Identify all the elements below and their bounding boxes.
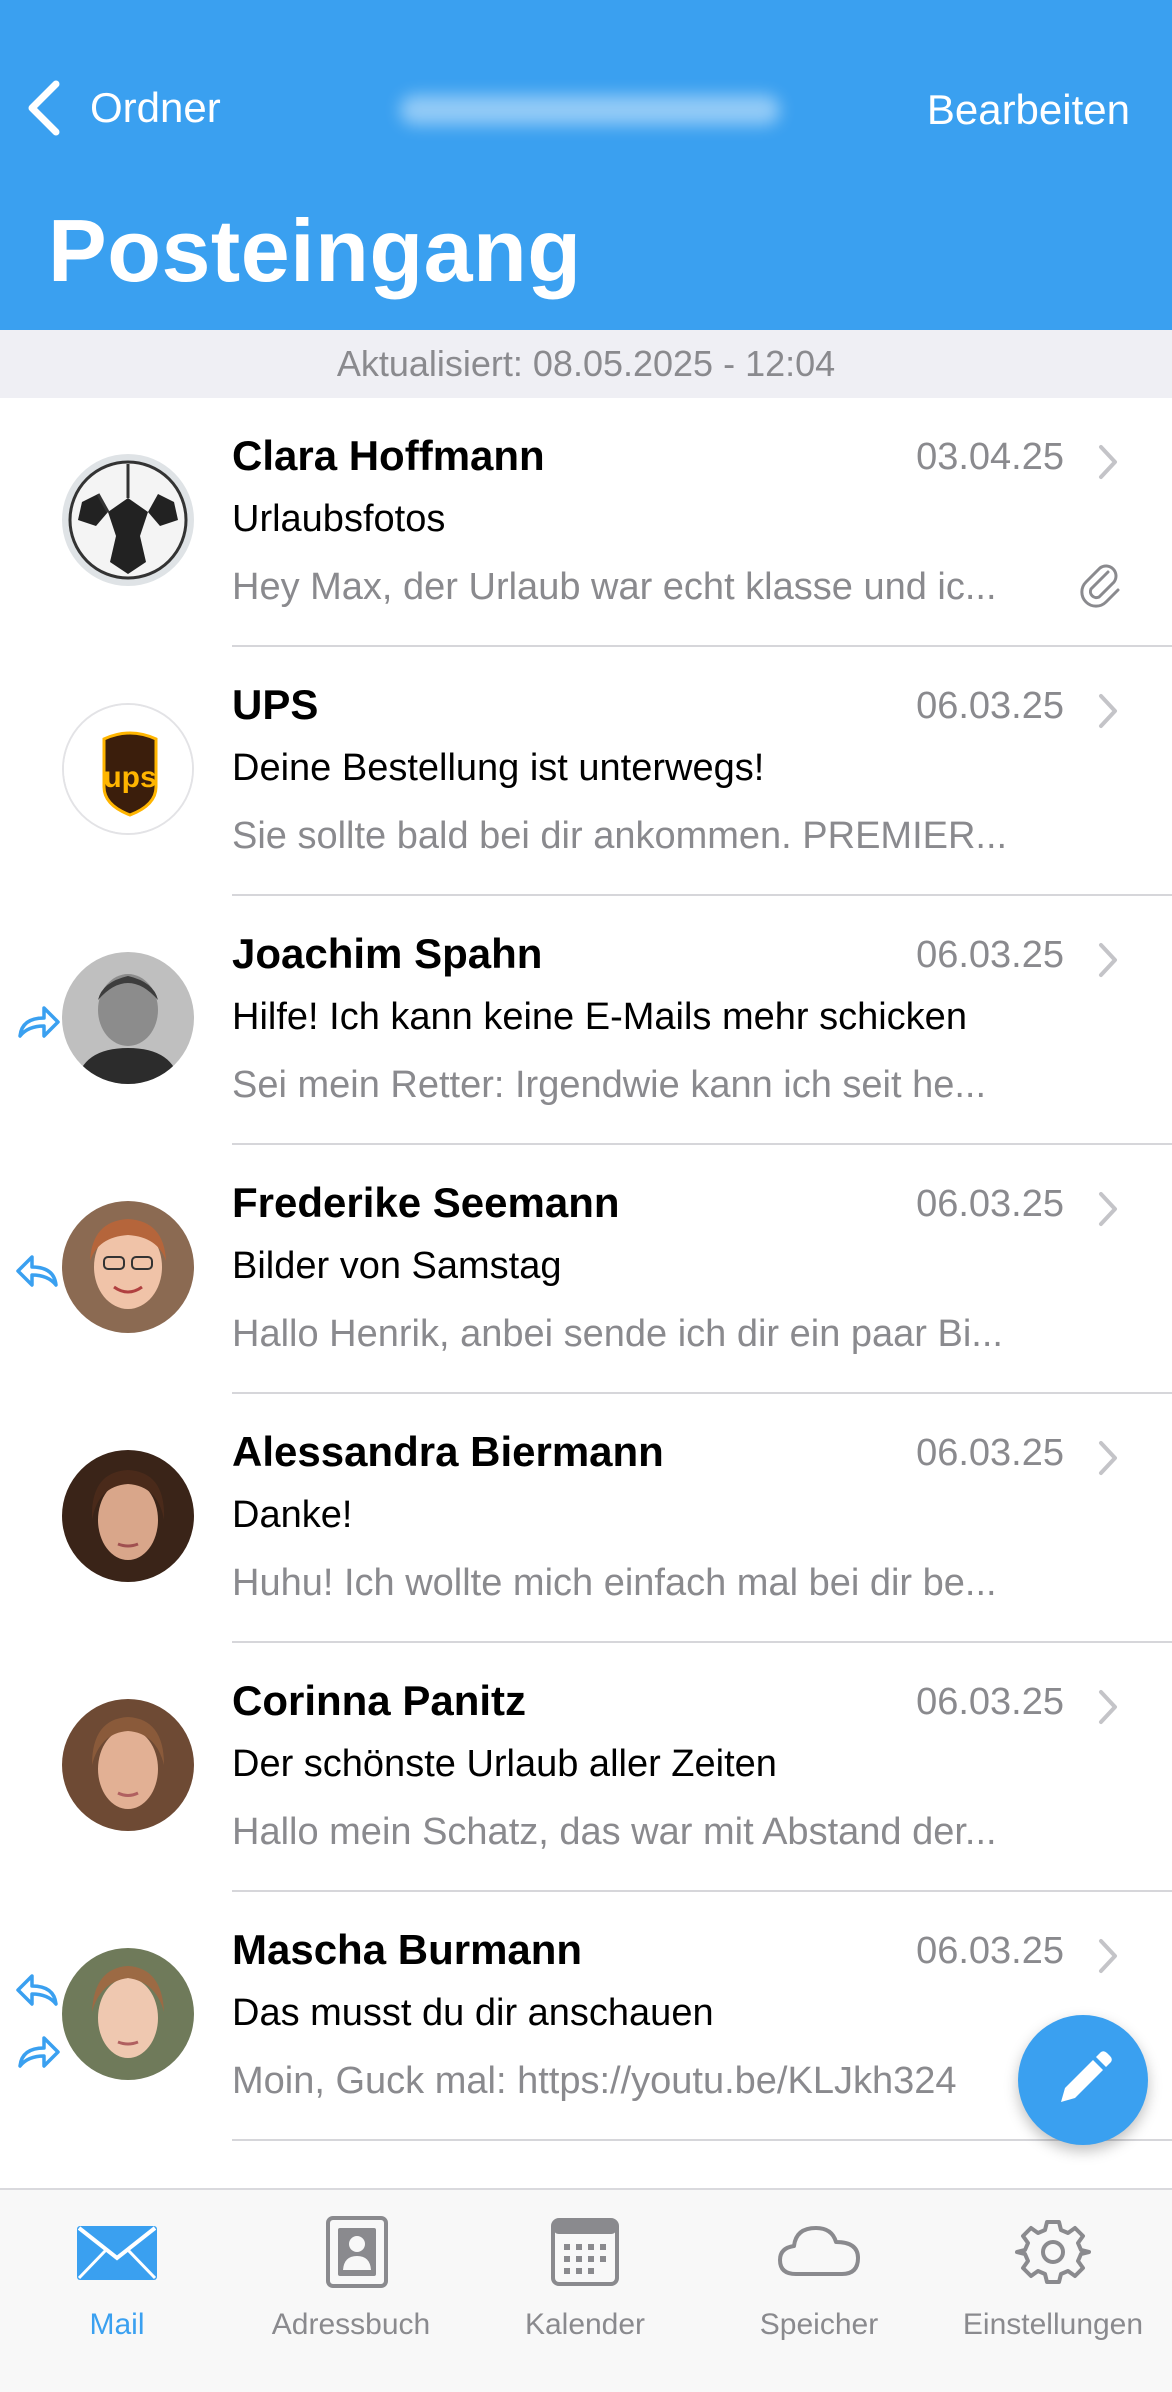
avatar: ups bbox=[62, 703, 194, 835]
paperclip-icon bbox=[1080, 564, 1120, 608]
person-photo-avatar bbox=[62, 952, 194, 1084]
message-row[interactable]: Frederike Seemann 06.03.25 Bilder von Sa… bbox=[0, 1145, 1172, 1394]
person-photo-avatar bbox=[62, 1201, 194, 1333]
tab-label: Speicher bbox=[759, 2308, 879, 2341]
forwarded-icon bbox=[18, 2036, 60, 2068]
message-row[interactable]: ups UPS 06.03.25 Deine Bestellung ist un… bbox=[0, 647, 1172, 896]
message-preview: Hallo mein Schatz, das war mit Abstand d… bbox=[232, 1811, 997, 1853]
soccer-ball-avatar bbox=[62, 454, 194, 586]
message-preview: Hallo Henrik, anbei sende ich dir ein pa… bbox=[232, 1313, 1003, 1355]
tab-bar: Mail Adressbuch Kalender Speicher Einste… bbox=[0, 2188, 1172, 2392]
sender-name: Corinna Panitz bbox=[232, 1677, 527, 1724]
tab-storage[interactable]: Speicher bbox=[702, 2190, 936, 2392]
last-updated-label: Aktualisiert: 08.05.2025 - 12:04 bbox=[0, 330, 1172, 398]
chevron-right-icon bbox=[1099, 1690, 1117, 1724]
message-subject: Danke! bbox=[232, 1494, 353, 1536]
message-row[interactable]: Mascha Burmann 06.03.25 Das musst du dir… bbox=[0, 1892, 1172, 2141]
tab-calendar[interactable]: Kalender bbox=[468, 2190, 702, 2392]
forwarded-icon bbox=[18, 1006, 60, 1038]
message-preview: Hey Max, der Urlaub war echt klasse und … bbox=[232, 566, 997, 608]
message-subject: Bilder von Samstag bbox=[232, 1245, 562, 1287]
message-row[interactable]: Alessandra Biermann 06.03.25 Danke! Huhu… bbox=[0, 1394, 1172, 1643]
sender-name: Frederike Seemann bbox=[232, 1179, 620, 1226]
sender-name: UPS bbox=[232, 681, 319, 728]
message-date: 06.03.25 bbox=[916, 1432, 1064, 1474]
gear-icon bbox=[1015, 2220, 1091, 2284]
message-preview: Sie sollte bald bei dir ankommen. PREMIE… bbox=[232, 815, 1008, 857]
tab-label: Kalender bbox=[524, 2308, 646, 2341]
message-date: 06.03.25 bbox=[916, 934, 1064, 976]
chevron-right-icon bbox=[1099, 1939, 1117, 1973]
account-address-blurred bbox=[400, 95, 780, 125]
replied-icon bbox=[16, 1255, 58, 1287]
message-date: 06.03.25 bbox=[916, 1183, 1064, 1225]
message-subject: Das musst du dir anschauen bbox=[232, 1992, 714, 2034]
message-preview: Moin, Guck mal: https://youtu.be/KLJkh32… bbox=[232, 2060, 957, 2102]
replied-icon bbox=[16, 1974, 58, 2006]
person-photo-avatar bbox=[62, 1450, 194, 1582]
sender-name: Joachim Spahn bbox=[232, 930, 543, 977]
tab-address-book[interactable]: Adressbuch bbox=[234, 2190, 468, 2392]
edit-button[interactable]: Bearbeiten bbox=[927, 86, 1130, 134]
svg-text:ups: ups bbox=[103, 761, 156, 794]
message-subject: Der schönste Urlaub aller Zeiten bbox=[232, 1743, 777, 1785]
message-row[interactable]: Clara Hoffmann 03.04.25 Urlaubsfotos Hey… bbox=[0, 398, 1172, 647]
message-subject: Hilfe! Ich kann keine E-Mails mehr schic… bbox=[232, 996, 967, 1038]
message-row[interactable]: Joachim Spahn 06.03.25 Hilfe! Ich kann k… bbox=[0, 896, 1172, 1145]
person-photo-avatar bbox=[62, 1699, 194, 1831]
avatar bbox=[62, 952, 194, 1084]
chevron-right-icon bbox=[1099, 1192, 1117, 1226]
avatar bbox=[62, 1948, 194, 2080]
ups-logo-avatar: ups bbox=[64, 705, 192, 833]
back-button[interactable]: Ordner bbox=[22, 76, 221, 140]
avatar bbox=[62, 1201, 194, 1333]
address-book-icon bbox=[326, 2216, 388, 2288]
message-preview: Sei mein Retter: Irgendwie kann ich seit… bbox=[232, 1064, 987, 1106]
chevron-right-icon bbox=[1099, 694, 1117, 728]
message-row[interactable]: Corinna Panitz 06.03.25 Der schönste Url… bbox=[0, 1643, 1172, 1892]
avatar bbox=[62, 1450, 194, 1582]
message-date: 06.03.25 bbox=[916, 685, 1064, 727]
person-photo-avatar bbox=[62, 1948, 194, 2080]
page-title: Posteingang bbox=[48, 201, 582, 300]
sender-name: Alessandra Biermann bbox=[232, 1428, 664, 1475]
compose-button[interactable] bbox=[1018, 2015, 1148, 2145]
calendar-icon bbox=[551, 2218, 619, 2286]
tab-label: Adressbuch bbox=[271, 2308, 431, 2341]
message-list[interactable]: Clara Hoffmann 03.04.25 Urlaubsfotos Hey… bbox=[0, 398, 1172, 2188]
tab-label: Mail bbox=[89, 2308, 145, 2341]
message-date: 03.04.25 bbox=[916, 436, 1064, 478]
cloud-icon bbox=[778, 2226, 860, 2276]
chevron-left-icon bbox=[28, 80, 60, 136]
sender-name: Mascha Burmann bbox=[232, 1926, 583, 1973]
message-date: 06.03.25 bbox=[916, 1930, 1064, 1972]
message-date: 06.03.25 bbox=[916, 1681, 1064, 1723]
row-divider bbox=[232, 2139, 1172, 2141]
nav-header: Ordner Bearbeiten Posteingang bbox=[0, 0, 1172, 330]
avatar bbox=[62, 1699, 194, 1831]
chevron-right-icon bbox=[1099, 943, 1117, 977]
chevron-right-icon bbox=[1099, 1441, 1117, 1475]
mail-icon bbox=[77, 2226, 157, 2280]
message-subject: Urlaubsfotos bbox=[232, 498, 446, 540]
chevron-right-icon bbox=[1099, 445, 1117, 479]
tab-mail[interactable]: Mail bbox=[0, 2190, 234, 2392]
tab-settings[interactable]: Einstellungen bbox=[936, 2190, 1170, 2392]
tab-label: Einstellungen bbox=[962, 2308, 1144, 2341]
avatar bbox=[62, 454, 194, 586]
message-preview: Huhu! Ich wollte mich einfach mal bei di… bbox=[232, 1562, 997, 1604]
message-subject: Deine Bestellung ist unterwegs! bbox=[232, 747, 765, 789]
pencil-icon bbox=[1061, 2051, 1112, 2102]
sender-name: Clara Hoffmann bbox=[232, 432, 545, 479]
back-label: Ordner bbox=[90, 84, 221, 131]
